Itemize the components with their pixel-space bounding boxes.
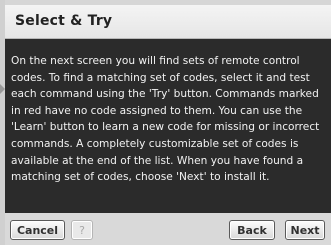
instructions-panel: On the next screen you will find sets of… xyxy=(5,39,331,213)
back-button[interactable]: Back xyxy=(229,220,275,240)
cancel-button[interactable]: Cancel xyxy=(10,220,65,240)
next-button[interactable]: Next xyxy=(285,220,325,240)
dialog-title: Select & Try xyxy=(15,13,113,29)
instructions-text: On the next screen you will find sets of… xyxy=(11,55,320,184)
help-button[interactable]: ? xyxy=(71,220,93,240)
title-bar: Select & Try xyxy=(5,5,331,39)
wizard-window: Select & Try On the next screen you will… xyxy=(0,0,331,245)
button-bar: Cancel ? Back Next xyxy=(5,213,331,245)
